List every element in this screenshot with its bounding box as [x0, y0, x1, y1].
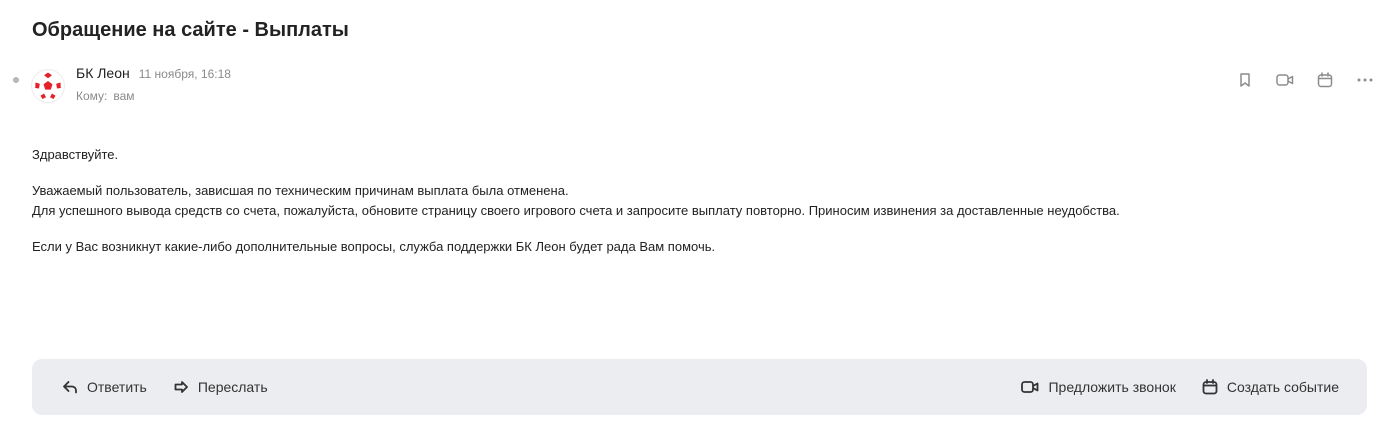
calendar-icon: [1317, 72, 1333, 88]
calendar-button[interactable]: [1315, 70, 1335, 90]
email-view: Обращение на сайте - Выплаты БК Леон 11 …: [0, 0, 1399, 427]
reply-label: Ответить: [87, 379, 147, 395]
email-subject: Обращение на сайте - Выплаты: [32, 19, 349, 41]
read-status-dot[interactable]: [13, 77, 19, 83]
sender-line: БК Леон 11 ноября, 16:18: [76, 65, 231, 81]
forward-button[interactable]: Переслать: [173, 379, 268, 395]
calendar-icon: [1202, 379, 1218, 395]
reply-button[interactable]: Ответить: [62, 379, 147, 395]
propose-call-button[interactable]: Предложить звонок: [1021, 379, 1176, 395]
video-call-icon: [1276, 74, 1294, 86]
recipient-line: Кому: вам: [76, 89, 135, 103]
recipient-value[interactable]: вам: [113, 89, 134, 103]
body-paragraph-1-line-1: Уважаемый пользователь, зависшая по техн…: [32, 183, 569, 198]
create-event-label: Создать событие: [1226, 379, 1339, 395]
header-actions: [1235, 70, 1375, 90]
sent-date: 11 ноября, 16:18: [138, 67, 231, 81]
recipient-label: Кому:: [76, 89, 108, 103]
body-paragraph-1-line-2: Для успешного вывода средств со счета, п…: [32, 203, 1120, 218]
reply-bar: Ответить Переслать Предложить звонок Соз…: [32, 359, 1367, 415]
bookmark-icon: [1240, 73, 1250, 87]
soccer-ball-logo-icon: [33, 71, 63, 101]
body-greeting: Здравствуйте.: [32, 147, 119, 162]
sender-name[interactable]: БК Леон: [76, 65, 130, 81]
more-button[interactable]: [1355, 70, 1375, 90]
forward-label: Переслать: [197, 379, 268, 395]
propose-call-label: Предложить звонок: [1048, 379, 1176, 395]
forward-icon: [174, 381, 188, 393]
reply-bar-left: Ответить Переслать: [62, 379, 268, 395]
video-call-icon: [1021, 381, 1039, 393]
body-paragraph-2: Если у Вас возникнут какие-либо дополнит…: [32, 239, 716, 254]
sender-avatar[interactable]: [32, 70, 64, 102]
reply-icon: [63, 381, 77, 394]
create-event-button[interactable]: Создать событие: [1202, 379, 1339, 395]
email-body: Здравствуйте. Уважаемый пользователь, за…: [32, 145, 1362, 257]
more-icon: [1357, 78, 1373, 82]
video-call-button[interactable]: [1275, 70, 1295, 90]
bookmark-button[interactable]: [1235, 70, 1255, 90]
reply-bar-right: Предложить звонок Создать событие: [1021, 379, 1339, 395]
